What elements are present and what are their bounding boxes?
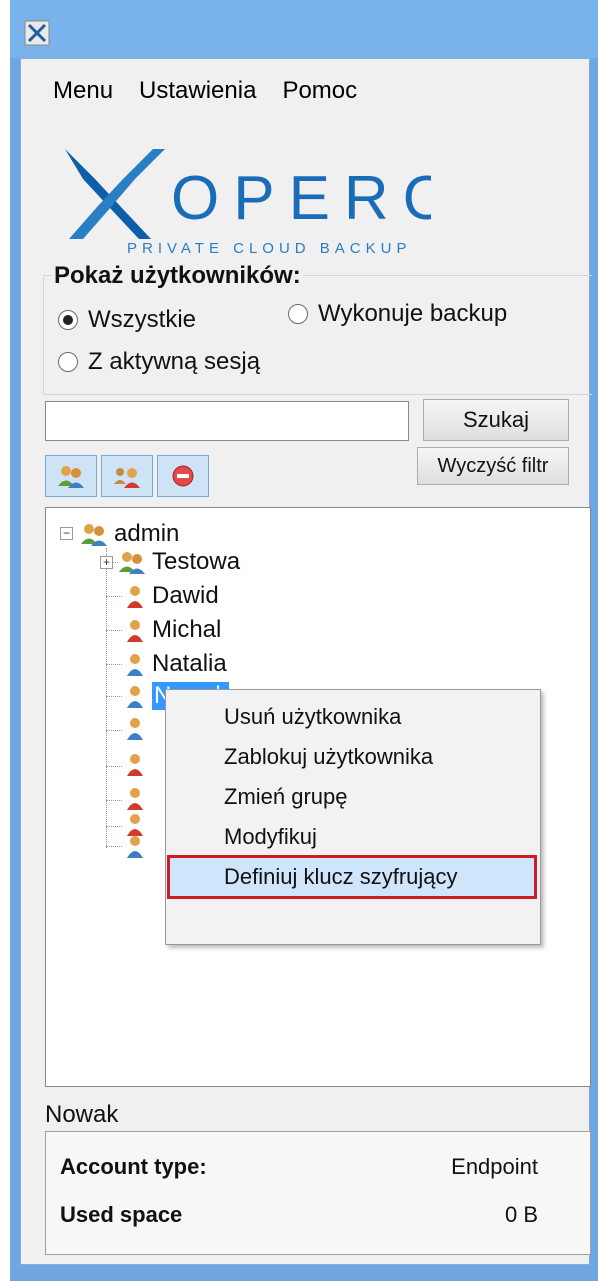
user-details-panel: Account type: Endpoint Used space 0 B (45, 1131, 591, 1255)
tree-label-user: Natalia (152, 650, 227, 677)
radio-backup[interactable]: Wykonuje backup (288, 300, 507, 328)
ctx-define-encryption-key[interactable]: Definiuj klucz szyfrujący (167, 855, 537, 899)
collapse-root-icon[interactable]: − (60, 527, 73, 540)
user-icon (127, 718, 143, 740)
menu-item-help[interactable]: Pomoc (272, 71, 373, 111)
user-icon (127, 686, 143, 708)
app-window: Menu Ustawienia Pomoc OPERO PRIVATE CLOU… (10, 0, 598, 1281)
ctx-modify[interactable]: Modyfikuj (166, 818, 540, 856)
remove-button[interactable] (157, 455, 209, 497)
ctx-change-group-label: Zmień grupę (224, 784, 348, 809)
search-input[interactable] (45, 401, 409, 441)
tree-label-user: Dawid (152, 582, 219, 609)
group-icon (81, 524, 107, 546)
tree-node-admin[interactable]: admin (80, 520, 179, 548)
ctx-change-group[interactable]: Zmień grupę (166, 778, 540, 816)
ctx-block-user-label: Zablokuj użytkownika (224, 744, 434, 769)
ctx-modify-label: Modyfikuj (224, 824, 317, 849)
radio-active-session-label: Z aktywną sesją (88, 348, 261, 375)
group-icon (58, 466, 84, 488)
radio-active-session[interactable]: Z aktywną sesją (58, 348, 260, 376)
ctx-delete-user-label: Usuń użytkownika (224, 704, 402, 729)
ctx-delete-user[interactable]: Usuń użytkownika (166, 698, 540, 736)
tree-label-testowa: Testowa (152, 548, 241, 575)
expand-group-icon[interactable]: + (100, 556, 113, 569)
user-icon (127, 754, 143, 776)
radio-backup-indicator[interactable] (288, 304, 308, 324)
filter-group: Pokaż użytkowników: Wszystkie Wykonuje b… (43, 262, 592, 395)
user-icon (127, 654, 143, 676)
info-row-account-type: Account type: Endpoint (46, 1146, 590, 1186)
info-value: Endpoint (451, 1154, 538, 1179)
menu-bar: Menu Ustawienia Pomoc (21, 71, 373, 111)
radio-active-session-indicator[interactable] (58, 352, 78, 372)
radio-all-label: Wszystkie (88, 306, 196, 333)
search-button[interactable]: Szukaj (423, 399, 569, 441)
user-icon (127, 586, 143, 608)
ctx-block-user[interactable]: Zablokuj użytkownika (166, 738, 540, 776)
info-value: 0 B (504, 1202, 538, 1227)
info-row-used-space: Used space 0 B (46, 1194, 590, 1234)
remove-icon (172, 465, 194, 487)
ctx-define-encryption-key-label: Definiuj klucz szyfrujący (224, 864, 458, 889)
radio-all-indicator[interactable] (58, 310, 78, 330)
tree-node-user[interactable]: Dawid (126, 582, 219, 610)
info-key: Used space (60, 1202, 183, 1227)
clear-filter-button[interactable]: Wyczyść filtr (417, 447, 569, 485)
radio-all[interactable]: Wszystkie (58, 306, 196, 334)
user-icon (127, 788, 143, 810)
tree-node-user[interactable]: Michal (126, 616, 221, 644)
xopero-logo: OPERO PRIVATE CLOUD BACKUP (65, 149, 431, 257)
add-group-button[interactable] (45, 455, 97, 497)
user-icon (127, 620, 143, 642)
add-user-button[interactable] (101, 455, 153, 497)
group-icon (119, 552, 145, 574)
info-key: Account type: (60, 1154, 207, 1179)
main-panel: Menu Ustawienia Pomoc OPERO PRIVATE CLOU… (20, 58, 592, 1265)
title-bar[interactable] (10, 0, 598, 58)
user-toolbar (45, 455, 221, 497)
menu-item-settings[interactable]: Ustawienia (129, 71, 272, 111)
user-icon (127, 836, 143, 858)
tree-node-testowa[interactable]: Testowa (118, 548, 240, 576)
selected-user-name: Nowak (45, 1101, 119, 1128)
svg-text:PRIVATE CLOUD BACKUP: PRIVATE CLOUD BACKUP (127, 240, 411, 257)
radio-backup-label: Wykonuje backup (318, 300, 508, 327)
filter-title: Pokaż użytkowników: (52, 262, 303, 290)
svg-text:OPERO: OPERO (171, 164, 431, 233)
menu-item-menu[interactable]: Menu (21, 71, 129, 111)
tree-node-user[interactable]: Natalia (126, 650, 227, 678)
tree-label-admin: admin (114, 520, 180, 547)
context-menu: Usuń użytkownika Zablokuj użytkownika Zm… (165, 689, 541, 945)
app-icon (24, 20, 50, 46)
user-icon (127, 814, 143, 836)
tree-label-user: Michal (152, 616, 222, 643)
user-group-icon (114, 468, 140, 488)
